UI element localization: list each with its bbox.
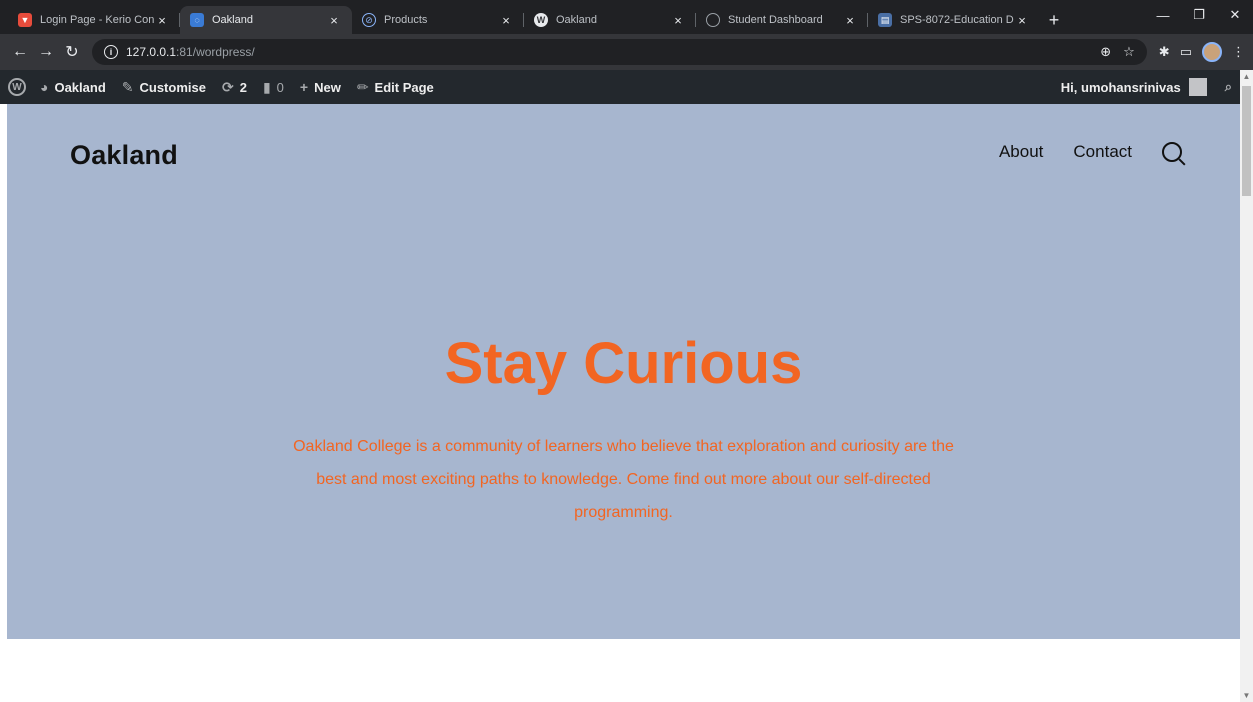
tab-close-icon[interactable]: × [842, 13, 858, 28]
site-info-icon[interactable]: i [104, 45, 118, 59]
scroll-down-arrow-icon[interactable]: ▼ [1240, 689, 1253, 702]
wordpress-favicon-icon: W [534, 13, 548, 27]
wordpress-logo-icon[interactable]: W [8, 78, 26, 96]
extensions-puzzle-icon[interactable]: ✱ [1159, 44, 1170, 60]
tab-close-icon[interactable]: × [498, 13, 514, 28]
close-window-icon[interactable]: ✕ [1217, 0, 1253, 30]
customise-label: Customise [139, 79, 206, 95]
tab-title: Oakland [212, 14, 253, 26]
browser-toolbar: ← → ↻ i 127.0.0.1:81/wordpress/ ⊕ ☆ ✱ ▭ … [0, 34, 1253, 70]
scroll-up-arrow-icon[interactable]: ▲ [1240, 70, 1253, 83]
comments-count: 0 [276, 79, 284, 95]
admin-search-icon[interactable]: ⌕ [1225, 79, 1232, 95]
dashboard-gauge-icon: ◕ [40, 79, 49, 95]
minimize-icon[interactable]: — [1145, 0, 1181, 30]
cast-icon[interactable]: ▭ [1180, 44, 1192, 60]
nav-item-contact[interactable]: Contact [1073, 142, 1132, 162]
admin-bar-edit-page[interactable]: ✏ Edit Page [357, 79, 434, 96]
address-host: 127.0.0.1 [126, 45, 177, 59]
address-bar[interactable]: i 127.0.0.1:81/wordpress/ ⊕ ☆ [92, 39, 1147, 65]
document-favicon-icon: ▤ [878, 13, 892, 27]
admin-site-name-label: Oakland [54, 79, 106, 95]
pencil-icon: ✏ [356, 78, 369, 95]
primary-nav: About Contact [999, 142, 1182, 162]
scroll-thumb[interactable] [1242, 86, 1251, 196]
globe-favicon-icon [706, 13, 720, 27]
tab-products[interactable]: ⊘ Products × [352, 6, 524, 34]
comment-bubble-icon: ▮ [262, 78, 271, 95]
hero-section: Oakland About Contact Stay Curious Oakla… [7, 104, 1240, 639]
bookmark-star-icon[interactable]: ☆ [1123, 44, 1135, 60]
restore-icon[interactable]: ❐ [1181, 0, 1217, 30]
paintbrush-icon: ✎ [121, 78, 134, 95]
admin-bar-new[interactable]: + New [300, 79, 341, 95]
tab-close-icon[interactable]: × [1014, 13, 1030, 28]
zoom-icon[interactable]: ⊕ [1100, 44, 1111, 60]
admin-bar-account: Hi, umohansrinivas ⌕ [1061, 78, 1232, 96]
updates-count: 2 [239, 79, 247, 95]
tab-title: Products [384, 14, 428, 26]
admin-bar-updates[interactable]: ⟳ 2 [222, 79, 247, 96]
products-favicon-icon: ⊘ [362, 13, 376, 27]
toolbar-extensions: ✱ ▭ ⋮ [1159, 42, 1245, 62]
window-controls: — ❐ ✕ [1145, 0, 1253, 30]
plus-icon: + [299, 79, 309, 95]
admin-avatar[interactable] [1188, 78, 1207, 96]
admin-bar-site-name[interactable]: ◕ Oakland [40, 79, 106, 95]
kerio-favicon-icon: ▼ [18, 13, 32, 27]
profile-avatar-icon[interactable] [1202, 42, 1222, 62]
tab-login-page[interactable]: ▼ Login Page - Kerio Cont × [8, 6, 180, 34]
hero-lead-text: Oakland College is a community of learne… [293, 438, 954, 521]
updates-refresh-icon: ⟳ [221, 78, 234, 95]
tab-close-icon[interactable]: × [326, 13, 342, 28]
tab-oakland-active[interactable]: ◌ Oakland × [180, 6, 352, 34]
nav-item-about[interactable]: About [999, 142, 1043, 162]
tab-close-icon[interactable]: × [670, 13, 686, 28]
admin-bar-customise[interactable]: ✎ Customise [122, 79, 206, 96]
hero-headline: Stay Curious [444, 331, 803, 396]
spinner-favicon-icon: ◌ [190, 13, 204, 27]
tab-close-icon[interactable]: × [154, 13, 170, 28]
site-title[interactable]: Oakland [70, 140, 178, 171]
new-tab-button[interactable]: + [1040, 6, 1068, 34]
tab-oakland-wp[interactable]: W Oakland × [524, 6, 696, 34]
forward-arrow-icon[interactable]: → [34, 40, 58, 64]
tab-title: Login Page - Kerio Cont [40, 14, 154, 26]
wp-admin-bar: W ◕ Oakland ✎ Customise ⟳ 2 ▮ 0 + New ✏ … [0, 70, 1240, 104]
back-arrow-icon[interactable]: ← [8, 40, 32, 64]
tab-student-dashboard[interactable]: Student Dashboard × [696, 6, 868, 34]
admin-bar-comments[interactable]: ▮ 0 [263, 79, 284, 96]
page-scrollbar[interactable]: ▲ ▼ [1240, 70, 1253, 702]
tab-sps-education[interactable]: ▤ SPS-8072-Education Do × [868, 6, 1040, 34]
browser-tab-strip: ▼ Login Page - Kerio Cont × ◌ Oakland × … [0, 0, 1253, 34]
omnibox-actions: ⊕ ☆ [1100, 44, 1135, 60]
admin-greeting[interactable]: Hi, umohansrinivas [1061, 80, 1181, 95]
new-label: New [314, 79, 341, 95]
tab-title: Oakland [556, 14, 597, 26]
tab-title: SPS-8072-Education Do [900, 14, 1014, 26]
browser-menu-icon[interactable]: ⋮ [1232, 44, 1245, 60]
reload-icon[interactable]: ↻ [60, 40, 84, 64]
edit-page-label: Edit Page [374, 79, 434, 95]
tab-title: Student Dashboard [728, 14, 823, 26]
address-path: :81/wordpress/ [176, 45, 255, 59]
page-content: Oakland About Contact Stay Curious Oakla… [0, 104, 1240, 702]
search-icon[interactable] [1162, 142, 1182, 162]
